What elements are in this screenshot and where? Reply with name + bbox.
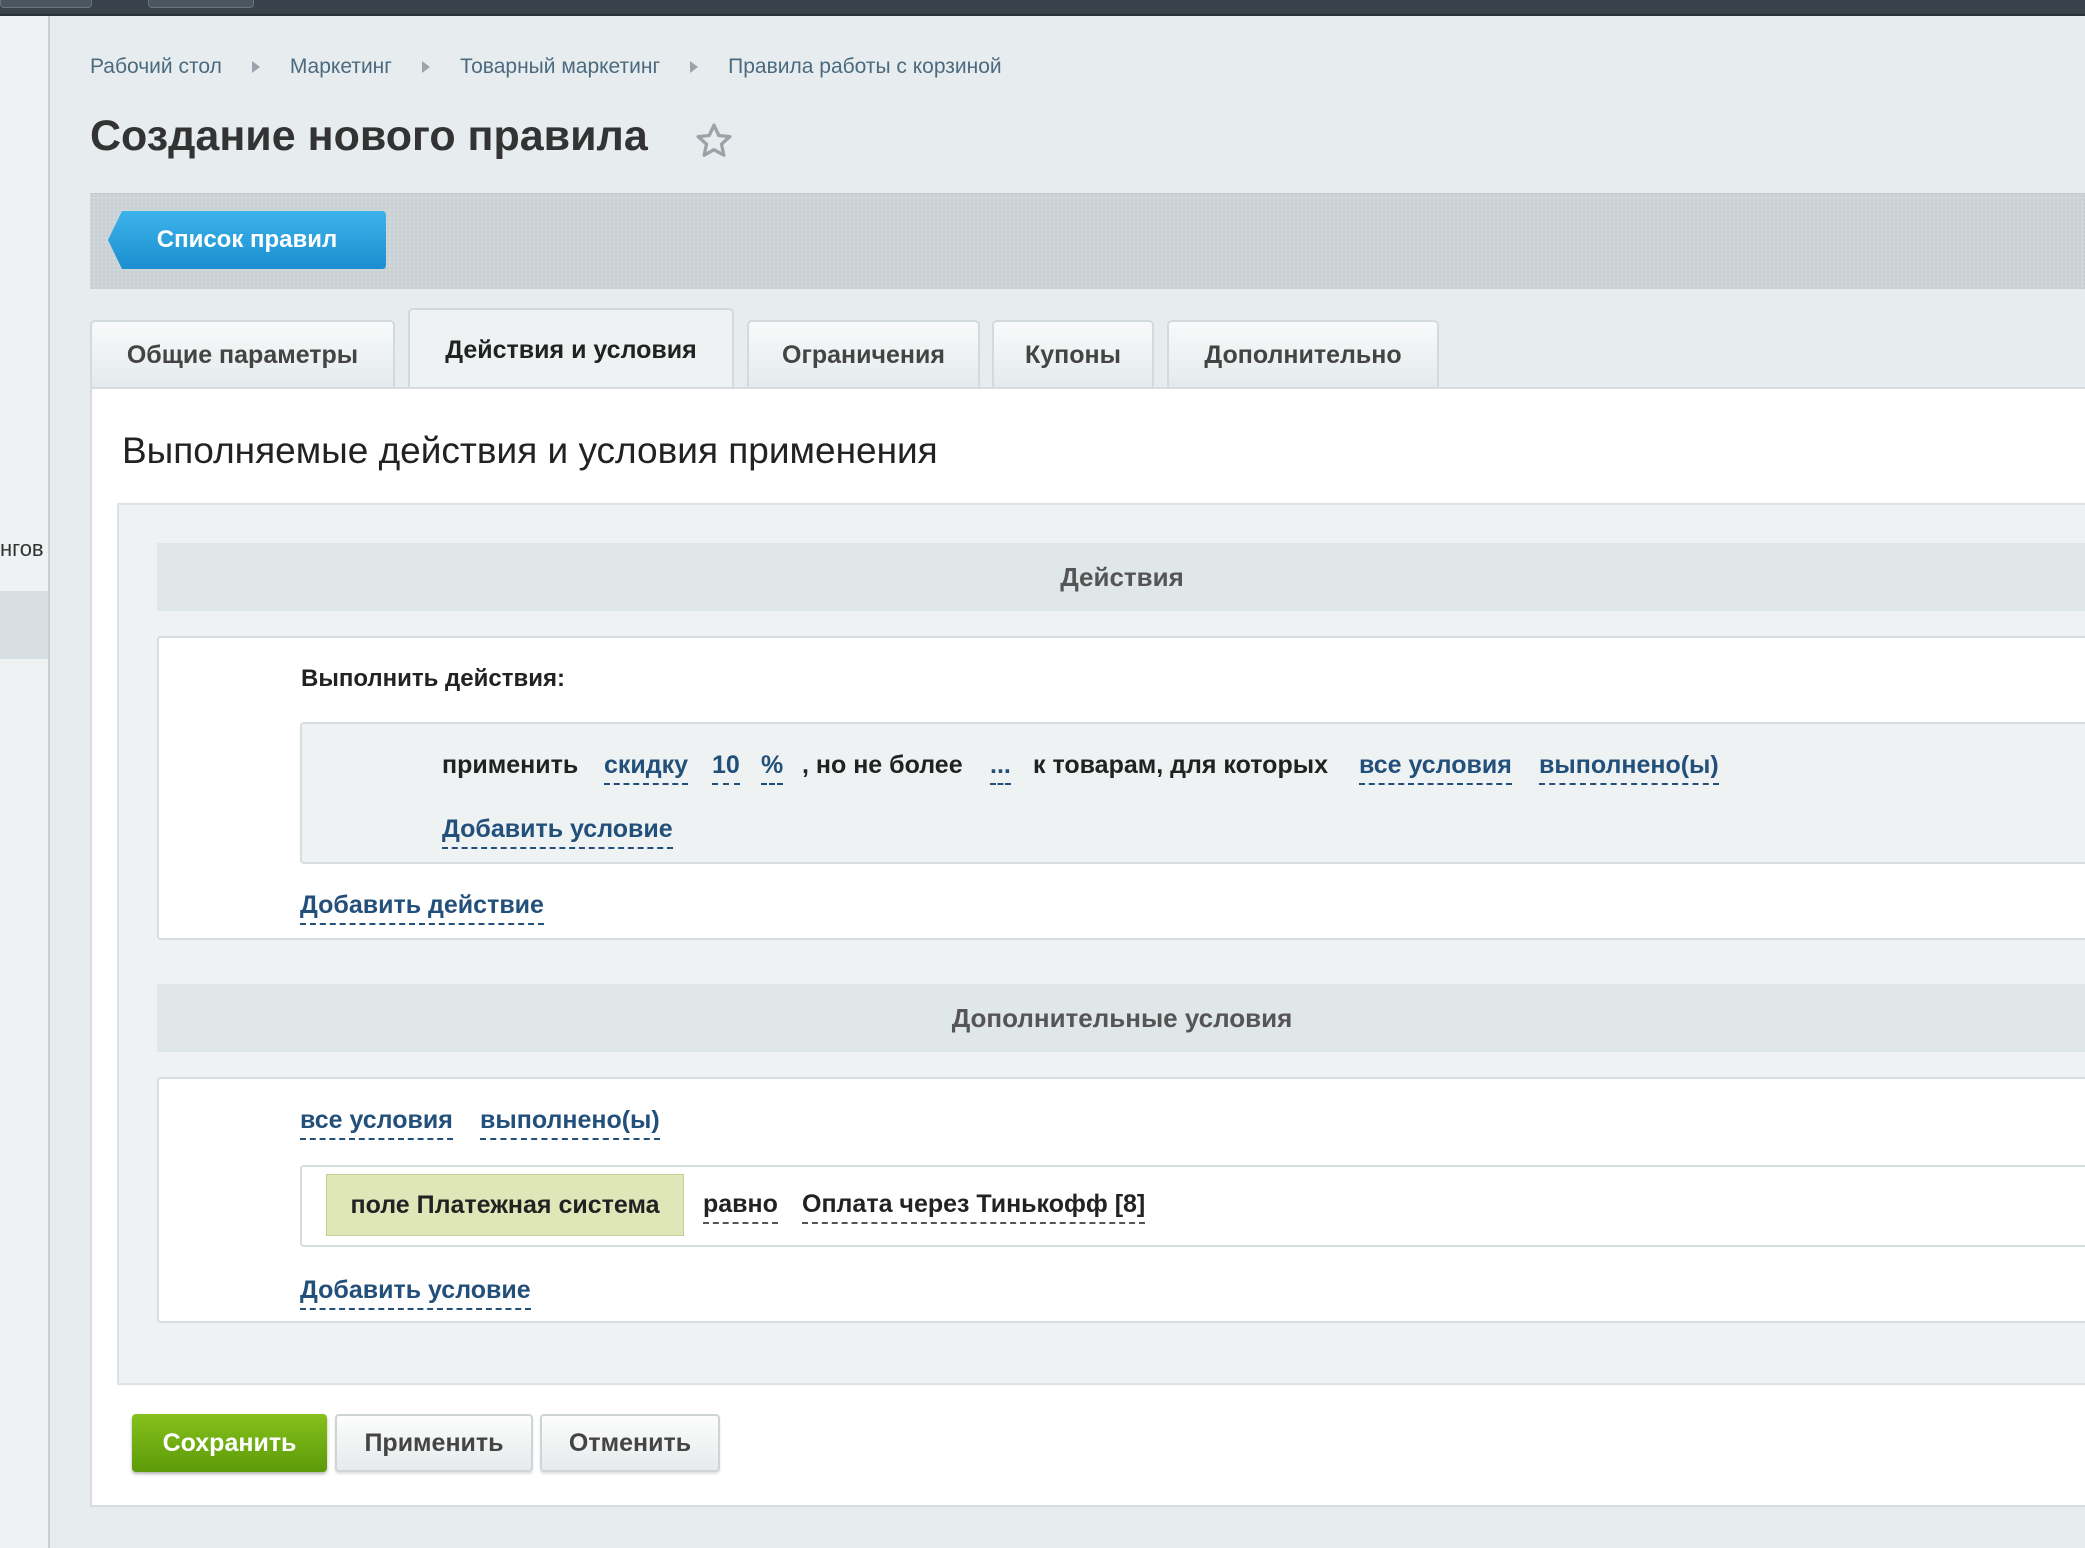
actions-section-title: Действия (1060, 561, 1184, 592)
action-state-selector[interactable]: выполнено(ы) (1539, 751, 1719, 785)
extra-state-selector[interactable]: выполнено(ы) (480, 1106, 660, 1140)
extra-logic-selector[interactable]: все условия (300, 1106, 453, 1140)
save-button[interactable]: Сохранить (132, 1414, 327, 1472)
extra-conditions-title: Дополнительные условия (951, 1002, 1293, 1033)
toolbar (90, 193, 2085, 289)
cancel-button[interactable]: Отменить (540, 1414, 720, 1472)
extra-conditions-header: Дополнительные условия (157, 984, 2085, 1052)
action-max-text: , но не более (802, 751, 963, 779)
apply-button[interactable]: Применить (335, 1414, 533, 1472)
breadcrumb-item-marketing[interactable]: Маркетинг (290, 55, 392, 79)
tab-general-params[interactable]: Общие параметры (90, 320, 395, 388)
tab-coupons[interactable]: Купоны (992, 320, 1154, 388)
top-bar (0, 0, 2085, 16)
tab-additional[interactable]: Дополнительно (1167, 320, 1439, 388)
breadcrumb-item-cart-rules[interactable]: Правила работы с корзиной (728, 55, 1002, 79)
breadcrumb-item-product-marketing[interactable]: Товарный маркетинг (460, 55, 660, 79)
extra-add-condition-link[interactable]: Добавить условие (300, 1276, 531, 1310)
actions-section-header: Действия (157, 543, 2085, 611)
action-logic-selector[interactable]: все условия (1359, 751, 1512, 785)
left-menu-panel: нгов (0, 16, 50, 1548)
action-unit-selector[interactable]: % (761, 751, 784, 785)
rules-list-button[interactable]: Список правил (108, 211, 386, 269)
breadcrumb-arrow-icon (251, 61, 260, 73)
breadcrumb-arrow-icon (421, 61, 430, 73)
actions-label: Выполнить действия: (301, 665, 565, 692)
breadcrumb-arrow-icon (690, 61, 699, 73)
condition-operator-selector[interactable]: равно (703, 1190, 778, 1224)
action-type-selector[interactable]: скидку (604, 751, 689, 785)
action-apply-text: применить (442, 751, 579, 779)
left-menu-active-item[interactable] (0, 591, 48, 659)
top-bar-button[interactable] (148, 0, 254, 8)
breadcrumb-item-desktop[interactable]: Рабочий стол (90, 55, 222, 79)
content-heading: Выполняемые действия и условия применени… (122, 430, 938, 471)
tab-restrictions[interactable]: Ограничения (747, 320, 980, 388)
condition-value-selector[interactable]: Оплата через Тинькофф [8] (802, 1190, 1146, 1224)
star-outline-icon[interactable] (694, 121, 734, 161)
top-bar-button[interactable] (0, 0, 92, 8)
action-value-field[interactable]: 10 (712, 751, 740, 785)
action-max-value-field[interactable]: ... (990, 751, 1011, 785)
left-menu-item-label[interactable]: нгов (0, 536, 44, 562)
action-add-condition-link[interactable]: Добавить условие (442, 815, 673, 849)
add-action-link[interactable]: Добавить действие (300, 891, 544, 925)
condition-field-chip[interactable]: поле Платежная система (326, 1174, 684, 1236)
tab-actions-conditions[interactable]: Действия и условия (408, 308, 734, 390)
action-target-text: к товарам, для которых (1033, 751, 1328, 779)
breadcrumb: Рабочий стол Маркетинг Товарный маркетин… (90, 55, 1002, 79)
page-title: Создание нового правила (90, 112, 648, 160)
